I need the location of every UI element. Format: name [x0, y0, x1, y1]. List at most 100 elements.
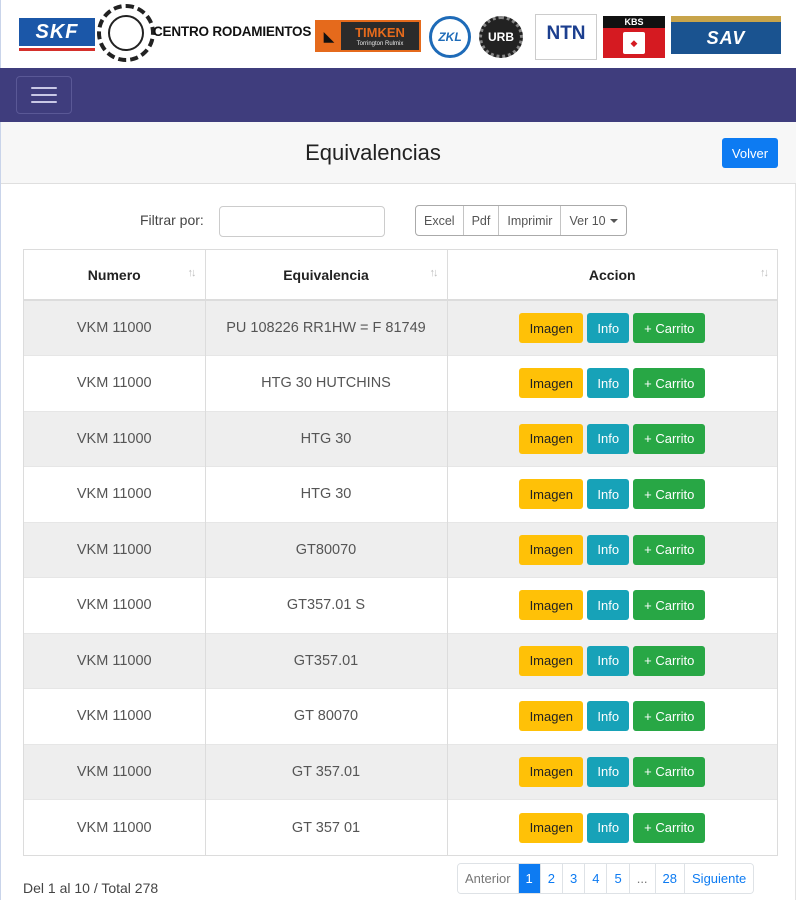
caret-down-icon — [609, 218, 618, 223]
table-row: VKM 11000 GT80070 Imagen Info + Carrito — [24, 521, 777, 578]
image-button[interactable]: Imagen — [519, 534, 584, 565]
cell-actions: Imagen Info + Carrito — [447, 577, 777, 633]
sort-icon: ↑↓ — [760, 267, 769, 279]
pagination-next[interactable]: Siguiente — [685, 864, 754, 893]
column-header-numero[interactable]: Numero ↑↓ — [24, 250, 206, 301]
add-to-cart-button[interactable]: + Carrito — [633, 812, 706, 843]
add-to-cart-button[interactable]: + Carrito — [633, 645, 706, 676]
timken-logo-text: TIMKEN — [355, 24, 405, 40]
cell-numero: VKM 11000 — [24, 521, 206, 578]
excel-button[interactable]: Excel — [416, 206, 464, 235]
skf-logo: SKF — [19, 18, 95, 52]
image-button[interactable]: Imagen — [519, 812, 584, 843]
add-to-cart-button[interactable]: + Carrito — [633, 701, 706, 732]
info-button[interactable]: Info — [587, 645, 630, 676]
add-to-cart-button[interactable]: + Carrito — [633, 313, 706, 343]
add-to-cart-button[interactable]: + Carrito — [633, 534, 706, 565]
cell-equivalencia: GT 357.01 — [205, 743, 448, 800]
info-button[interactable]: Info — [587, 313, 630, 343]
add-to-cart-button[interactable]: + Carrito — [633, 756, 706, 787]
hamburger-line — [31, 94, 57, 96]
table-row: VKM 11000 GT357.01 Imagen Info + Carrito — [24, 632, 777, 689]
cell-numero: VKM 11000 — [24, 743, 206, 800]
info-button[interactable]: Info — [587, 590, 630, 621]
print-button[interactable]: Imprimir — [499, 206, 562, 235]
bearing-icon — [97, 4, 155, 62]
urb-logo: URB — [479, 16, 523, 58]
cell-actions: Imagen Info + Carrito — [447, 466, 777, 522]
column-header-equivalencia[interactable]: Equivalencia ↑↓ — [205, 250, 448, 301]
sort-icon: ↑↓ — [429, 267, 439, 279]
pagination-page-28[interactable]: 28 — [655, 864, 686, 893]
equivalencias-card: Equivalencias Volver Filtrar por: Excel … — [0, 122, 796, 900]
brand-banner: SKF CENTRO RODAMIENTOS S.R.L. ◣ TIMKEN T… — [0, 0, 796, 68]
pdf-button[interactable]: Pdf — [464, 206, 500, 235]
pagination-page-2[interactable]: 2 — [540, 864, 563, 893]
pagination-page-3[interactable]: 3 — [563, 864, 586, 893]
column-header-label: Numero — [87, 266, 141, 283]
image-button[interactable]: Imagen — [519, 756, 584, 787]
page-size-dropdown[interactable]: Ver 10 — [561, 206, 625, 235]
info-button[interactable]: Info — [587, 756, 630, 787]
cell-actions: Imagen Info + Carrito — [447, 299, 777, 356]
table-info-text: Del 1 al 10 / Total 278 — [23, 880, 159, 896]
filter-input[interactable] — [219, 206, 385, 237]
pagination-previous[interactable]: Anterior — [458, 864, 519, 893]
table-header-row: Numero ↑↓ Equivalencia ↑↓ Accion ↑↓ — [24, 250, 777, 301]
skf-logo-text: SKF — [19, 18, 95, 46]
cell-equivalencia: PU 108226 RR1HW = F 81749 — [205, 299, 448, 356]
cell-equivalencia: HTG 30 — [205, 410, 448, 467]
equivalencias-table: Numero ↑↓ Equivalencia ↑↓ Accion ↑↓ VKM … — [23, 249, 778, 856]
table-row: VKM 11000 HTG 30 Imagen Info + Carrito — [24, 466, 777, 522]
sav-logo: SAV — [671, 16, 781, 54]
hamburger-line — [31, 101, 57, 103]
timken-logo-subtext: Torrington Rulmix — [356, 40, 404, 47]
add-to-cart-button[interactable]: + Carrito — [633, 590, 706, 621]
page-title: Equivalencias — [305, 140, 441, 165]
timken-mark-icon: ◣ — [317, 22, 341, 50]
info-button[interactable]: Info — [587, 701, 630, 732]
cell-actions: Imagen Info + Carrito — [447, 743, 777, 800]
add-to-cart-button[interactable]: + Carrito — [633, 423, 706, 454]
table-row: VKM 11000 PU 108226 RR1HW = F 81749 Imagen… — [24, 299, 777, 356]
top-navbar — [0, 68, 796, 122]
ntn-logo: NTN — [535, 14, 597, 60]
hamburger-menu-button[interactable] — [16, 76, 72, 114]
info-button[interactable]: Info — [587, 812, 630, 843]
back-button[interactable]: Volver — [722, 138, 778, 168]
pagination-page-4[interactable]: 4 — [585, 864, 608, 893]
cell-equivalencia: HTG 30 — [205, 466, 448, 522]
table-row: VKM 11000 GT 357 01 Imagen Info + Carrito — [24, 799, 777, 855]
cell-equivalencia: GT357.01 S — [205, 577, 448, 633]
add-to-cart-button[interactable]: + Carrito — [633, 479, 706, 510]
image-button[interactable]: Imagen — [519, 423, 584, 454]
pagination-page-5[interactable]: 5 — [607, 864, 630, 893]
export-button-group: Excel Pdf Imprimir Ver 10 — [415, 205, 627, 236]
add-to-cart-button[interactable]: + Carrito — [633, 368, 706, 399]
image-button[interactable]: Imagen — [519, 590, 584, 621]
cell-equivalencia: GT80070 — [205, 521, 448, 578]
info-button[interactable]: Info — [587, 479, 630, 510]
info-button[interactable]: Info — [587, 423, 630, 454]
table-row: VKM 11000 GT 80070 Imagen Info + Carrito — [24, 688, 777, 744]
image-button[interactable]: Imagen — [519, 313, 584, 343]
hamburger-line — [31, 87, 57, 89]
image-button[interactable]: Imagen — [519, 368, 584, 399]
column-header-label: Equivalencia — [283, 266, 369, 283]
pagination-ellipsis: ... — [629, 864, 656, 893]
info-button[interactable]: Info — [587, 368, 630, 399]
cell-numero: VKM 11000 — [24, 688, 206, 744]
image-button[interactable]: Imagen — [519, 645, 584, 676]
image-button[interactable]: Imagen — [519, 701, 584, 732]
cell-equivalencia: GT357.01 — [205, 632, 448, 689]
info-button[interactable]: Info — [587, 534, 630, 565]
cell-actions: Imagen Info + Carrito — [447, 410, 777, 467]
zkl-logo: ZKL — [429, 16, 471, 58]
image-button[interactable]: Imagen — [519, 479, 584, 510]
column-header-accion[interactable]: Accion ↑↓ — [447, 250, 777, 301]
pagination-page-1[interactable]: 1 — [518, 864, 541, 893]
page-size-label: Ver 10 — [569, 213, 606, 228]
table-row: VKM 11000 GT 357.01 Imagen Info + Carrito — [24, 743, 777, 800]
filter-toolbar: Filtrar por: Excel Pdf Imprimir Ver 10 — [1, 204, 796, 237]
kbs-logo: KBS ◆ — [603, 16, 665, 58]
